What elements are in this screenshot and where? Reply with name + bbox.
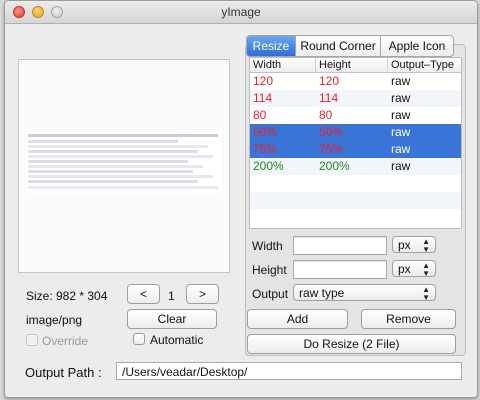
height-label: Height [252, 263, 287, 277]
column-header-output-type[interactable]: Output–Type [388, 58, 461, 72]
table-cell-type: raw [391, 91, 411, 105]
table-row[interactable]: 75% 75% raw [250, 141, 461, 158]
remove-button[interactable]: Remove [361, 309, 456, 329]
table-row[interactable]: 200% 200% raw [250, 158, 461, 175]
popup-arrows-icon: ▲ ▼ [422, 285, 430, 302]
table-row[interactable]: 50% 50% raw [250, 124, 461, 141]
app-window: yImage Size: 982 * 304 < 1 > image/png C… [4, 0, 478, 398]
table-cell-height: 200% [319, 159, 350, 173]
width-unit-select[interactable]: px ▲ ▼ [392, 236, 436, 254]
table-row[interactable]: 120 120 raw [250, 73, 461, 90]
table-cell-type: raw [391, 142, 411, 156]
output-path-input[interactable]: /Users/veadar/Desktop/ [116, 362, 462, 380]
mime-type-label: image/png [26, 313, 83, 327]
column-header-width[interactable]: Width [250, 58, 316, 72]
output-type-select[interactable]: raw type ▲ ▼ [293, 284, 436, 302]
height-unit-value: px [398, 262, 411, 276]
table-row[interactable]: 80 80 raw [250, 107, 461, 124]
do-resize-button[interactable]: Do Resize (2 File) [247, 334, 456, 354]
add-button[interactable]: Add [247, 309, 348, 329]
window-title: yImage [221, 5, 261, 19]
popup-arrows-icon: ▲ ▼ [422, 261, 430, 278]
height-unit-select[interactable]: px ▲ ▼ [392, 260, 436, 278]
override-checkbox[interactable] [26, 334, 38, 346]
automatic-label: Automatic [150, 333, 204, 347]
table-cell-width: 50% [253, 125, 278, 139]
preview-thumbnail [26, 131, 222, 193]
output-path-label: Output Path : [25, 365, 102, 380]
table-cell-width: 200% [253, 159, 284, 173]
table-cell-height: 75% [319, 142, 344, 156]
table-row-empty[interactable] [250, 192, 461, 209]
tab-apple-icon[interactable]: Apple Icon [381, 36, 453, 56]
table-cell-type: raw [391, 159, 411, 173]
table-cell-type: raw [391, 74, 411, 88]
image-page-number: 1 [168, 289, 175, 303]
table-header: Width Height Output–Type [250, 58, 461, 73]
mode-tabs: Resize Round Corner Apple Icon [246, 35, 454, 57]
table-cell-height: 50% [319, 125, 344, 139]
image-preview[interactable] [18, 59, 230, 273]
table-row-empty[interactable] [250, 175, 461, 192]
clear-button[interactable]: Clear [127, 309, 217, 329]
table-cell-type: raw [391, 108, 411, 122]
table-cell-type: raw [391, 125, 411, 139]
prev-image-button[interactable]: < [127, 284, 160, 304]
table-cell-width: 120 [253, 74, 274, 88]
height-input[interactable] [293, 260, 387, 279]
table-cell-height: 120 [319, 74, 340, 88]
override-label: Override [42, 334, 89, 348]
table-cell-width: 75% [253, 142, 278, 156]
width-unit-value: px [398, 238, 411, 252]
automatic-checkbox[interactable] [133, 333, 145, 345]
width-input[interactable] [293, 236, 387, 255]
image-size-label: Size: 982 * 304 [26, 289, 108, 303]
table-cell-height: 80 [319, 108, 333, 122]
table-row[interactable]: 114 114 raw [250, 90, 461, 107]
width-label: Width [252, 239, 283, 253]
tab-resize[interactable]: Resize [247, 36, 296, 56]
table-row-empty[interactable] [250, 209, 461, 226]
output-type-value: raw type [299, 286, 345, 300]
table-cell-width: 80 [253, 108, 267, 122]
output-label: Output [252, 287, 289, 301]
title-bar: yImage [5, 1, 477, 24]
resize-table[interactable]: Width Height Output–Type 120 120 raw 114 114… [249, 57, 462, 229]
popup-arrows-icon: ▲ ▼ [422, 237, 430, 254]
next-image-button[interactable]: > [186, 284, 219, 304]
tab-round-corner[interactable]: Round Corner [296, 36, 381, 56]
column-header-height[interactable]: Height [316, 58, 388, 72]
table-cell-width: 114 [253, 91, 273, 105]
table-cell-height: 114 [319, 91, 339, 105]
